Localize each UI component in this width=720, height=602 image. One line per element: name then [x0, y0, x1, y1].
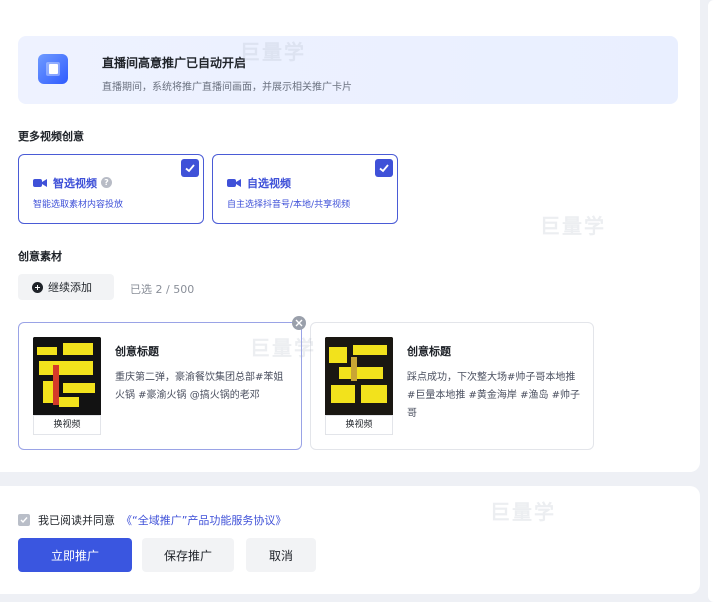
- help-icon[interactable]: ?: [101, 177, 112, 188]
- selected-count: 已选 2 / 500: [130, 283, 195, 296]
- checkbox-checked-icon[interactable]: [375, 159, 393, 177]
- continue-add-button[interactable]: 继续添加: [18, 274, 114, 300]
- live-promo-banner: 直播间高意推广已自动开启 直播期间，系统将推广直播间画面，并展示相关推广卡片: [18, 36, 678, 104]
- add-circle-icon: [32, 281, 43, 293]
- right-panel-edge: [708, 0, 720, 602]
- close-icon[interactable]: [292, 316, 306, 330]
- continue-add-label: 继续添加: [48, 281, 92, 294]
- option-title: 自选视频: [247, 176, 291, 190]
- material-card[interactable]: 换视频 创意标题 踩点成功，下次整大场#帅子哥本地推#巨量本地推 #黄金海岸 #…: [310, 322, 594, 450]
- material-title: 创意标题: [407, 345, 451, 358]
- video-thumbnail[interactable]: 换视频: [325, 337, 393, 435]
- material-text: 踩点成功，下次整大场#帅子哥本地推#巨量本地推 #黄金海岸 #渔岛 #帅子哥: [407, 372, 581, 419]
- option-title: 智选视频: [53, 176, 97, 190]
- cancel-button[interactable]: 取消: [246, 538, 316, 572]
- replace-video-button[interactable]: 换视频: [325, 415, 393, 435]
- agreement-link[interactable]: 《“全域推广”产品功能服务协议》: [121, 512, 286, 528]
- material-text: 重庆第二弹，豪渝餐饮集团总部#苯姐火锅 #豪渝火锅 @搞火锅的老邓: [115, 372, 284, 401]
- materials-label: 创意素材: [18, 250, 62, 263]
- live-room-icon: [38, 54, 68, 84]
- option-custom-video[interactable]: 自选视频 自主选择抖音号/本地/共享视频: [212, 154, 398, 224]
- agreement-row: 我已阅读并同意 《“全域推广”产品功能服务协议》: [18, 512, 286, 528]
- replace-video-button[interactable]: 换视频: [33, 415, 101, 435]
- checkbox-checked-icon[interactable]: [181, 159, 199, 177]
- video-camera-icon: [33, 173, 47, 192]
- option-description: 自主选择抖音号/本地/共享视频: [227, 200, 351, 210]
- thumbnail-image: [33, 337, 101, 415]
- agreement-checkbox[interactable]: [18, 514, 30, 526]
- agreement-text: 我已阅读并同意: [38, 514, 115, 527]
- thumbnail-image: [325, 337, 393, 415]
- option-smart-video[interactable]: 智选视频 ? 智能选取素材内容投放: [18, 154, 204, 224]
- banner-description: 直播期间，系统将推广直播间画面，并展示相关推广卡片: [102, 82, 352, 93]
- video-thumbnail[interactable]: 换视频: [33, 337, 101, 435]
- video-camera-icon: [227, 173, 241, 192]
- promote-now-button[interactable]: 立即推广: [18, 538, 132, 572]
- material-card[interactable]: 换视频 创意标题 重庆第二弹，豪渝餐饮集团总部#苯姐火锅 #豪渝火锅 @搞火锅的…: [18, 322, 302, 450]
- option-description: 智能选取素材内容投放: [33, 200, 124, 210]
- material-title: 创意标题: [115, 345, 159, 358]
- banner-title: 直播间高意推广已自动开启: [102, 56, 247, 70]
- save-promotion-button[interactable]: 保存推广: [142, 538, 234, 572]
- more-creative-label: 更多视频创意: [18, 130, 84, 143]
